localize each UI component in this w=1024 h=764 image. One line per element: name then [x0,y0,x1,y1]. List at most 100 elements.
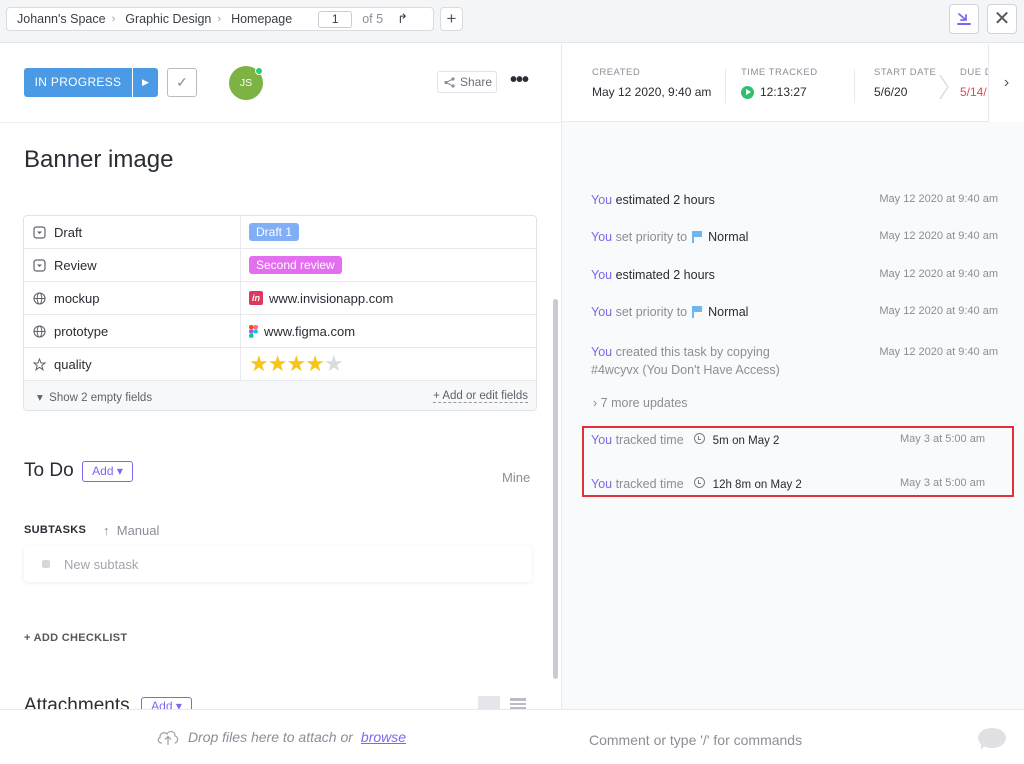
top-bar: Johann's Space › Graphic Design › Homepa… [0,0,1024,43]
mine-filter[interactable]: Mine [502,470,530,485]
field-value[interactable]: in www.invisionapp.com [241,291,393,306]
created-label: CREATED [592,67,641,78]
play-icon[interactable] [741,85,754,99]
field-row-prototype: prototype www.figma.com [24,315,536,348]
page-number-input[interactable]: 1 [318,10,353,28]
divider [0,122,561,123]
activity-user[interactable]: You [591,433,612,447]
drop-text: Drop files here to attach or [187,729,353,745]
download-button[interactable] [949,4,979,34]
divider [725,69,726,103]
field-value[interactable]: Second review [241,256,342,274]
todo-add-button[interactable]: Add ▾ [82,461,133,482]
activity-text: set priority to [615,230,688,244]
share-button[interactable]: Share [437,71,497,93]
caret-right-icon: ▶ [142,77,149,87]
download-icon [957,13,971,25]
due-date-info[interactable]: DUE D 5/14/ [960,67,988,99]
subtasks-label: SUBTASKS [24,524,87,536]
share-label: Share [460,75,493,89]
start-date-value[interactable]: 5/6/20 [874,85,936,99]
due-date-value[interactable]: 5/14/ [960,85,988,99]
activity-text: created this task by copying [615,345,770,359]
created-info: CREATED May 12 2020, 9:40 am [592,67,711,99]
field-label: prototype [54,323,109,339]
field-row-review: Review Second review [24,249,536,282]
status-control: IN PROGRESS ▶ [24,68,158,97]
page-total: of 5 [362,12,384,26]
rating-stars[interactable]: ★★★★★ [249,351,344,376]
new-tab-button[interactable]: + [440,7,463,31]
add-label: Add [92,464,114,478]
close-button[interactable]: ✕ [987,4,1017,34]
star-filled-icon[interactable]: ★ [268,351,288,376]
activity-time: May 12 2020 at 9:40 am [879,230,998,242]
dropdown-tag[interactable]: Draft 1 [249,223,300,241]
activity-user[interactable]: You [591,477,612,491]
priority-value: Normal [708,230,749,244]
activity-item: You set priority to Normal May 12 2020 at… [591,230,1001,244]
dropdown-tag[interactable]: Second review [249,256,342,274]
breadcrumb-list[interactable]: Homepage [221,12,298,26]
list-view-icon[interactable] [510,698,526,709]
field-value[interactable]: ★★★★★ [241,351,344,376]
grid-view-icon[interactable] [478,696,500,709]
attachments-add-button[interactable]: Add ▾ [141,697,192,709]
show-empty-fields-toggle[interactable]: ▾ Show 2 empty fields [37,390,152,404]
sort-manual[interactable]: ↑ Manual [103,523,159,538]
more-updates-toggle[interactable]: › 7 more updates [593,396,688,410]
field-value[interactable]: www.figma.com [241,324,355,339]
chevron-right-icon [939,74,949,100]
next-meta-button[interactable]: › [988,44,1024,122]
activity-text-2: #4wcyvx (You Don't Have Access) [591,363,780,377]
globe-icon [33,324,46,338]
next-status-button[interactable]: ▶ [133,68,158,97]
activity-user[interactable]: You [591,305,612,319]
tracked-date: on May 2 [754,479,802,491]
time-tracked-value[interactable]: 12:13:27 [741,85,818,99]
star-filled-icon[interactable]: ★ [249,351,269,376]
attachments-heading: Attachments [24,695,130,709]
field-value[interactable]: Draft 1 [241,223,300,241]
start-date-info[interactable]: START DATE 5/6/20 [874,67,936,99]
comment-input[interactable]: Comment or type '/' for commands [589,732,802,748]
add-checklist-button[interactable]: + ADD CHECKLIST [24,632,127,644]
tracked-duration: 12h 8m [712,479,752,491]
assignee-avatar[interactable]: JS [229,66,263,100]
attachment-dropzone[interactable]: Drop files here to attach or browse [0,709,562,764]
field-name: Review [24,249,241,281]
task-title[interactable]: Banner image [24,146,173,174]
dropdown-icon [33,225,46,239]
browse-link[interactable]: browse [361,729,406,745]
url-link[interactable]: www.figma.com [264,324,355,339]
add-edit-fields-link[interactable]: + Add or edit fields [433,390,528,403]
timer-text: 12:13:27 [760,85,807,99]
comment-bubble-icon[interactable] [978,728,1006,750]
activity-text: tracked time [615,477,684,491]
complete-button[interactable]: ✓ [167,68,197,97]
more-options-icon[interactable]: ••• [510,70,529,90]
breadcrumb-space[interactable]: Johann's Space [7,12,112,26]
breadcrumb-folder[interactable]: Graphic Design [115,12,217,26]
new-subtask-input[interactable]: New subtask [24,546,532,582]
star-filled-icon[interactable]: ★ [305,351,325,376]
activity-user[interactable]: You [591,230,612,244]
activity-user[interactable]: You [591,268,612,282]
time-tracked-info[interactable]: TIME TRACKED 12:13:27 [741,67,818,99]
open-page-icon[interactable]: ↱ [397,11,408,27]
show-empty-label: Show 2 empty fields [49,392,153,404]
star-filled-icon[interactable]: ★ [286,351,306,376]
comment-box[interactable]: Comment or type '/' for commands [562,709,1024,764]
activity-time: May 3 at 5:00 am [900,477,985,489]
status-button[interactable]: IN PROGRESS [24,68,132,97]
activity-user[interactable]: You [591,345,612,359]
new-subtask-placeholder: New subtask [64,556,139,572]
check-icon: ✓ [176,74,188,90]
priority-value: Normal [708,305,749,319]
cloud-upload-icon [157,730,179,745]
activity-time: May 12 2020 at 9:40 am [879,193,998,205]
url-link[interactable]: www.invisionapp.com [269,291,393,306]
scrollbar[interactable] [553,299,558,679]
star-empty-icon[interactable]: ★ [324,351,344,376]
activity-user[interactable]: You [591,193,612,207]
